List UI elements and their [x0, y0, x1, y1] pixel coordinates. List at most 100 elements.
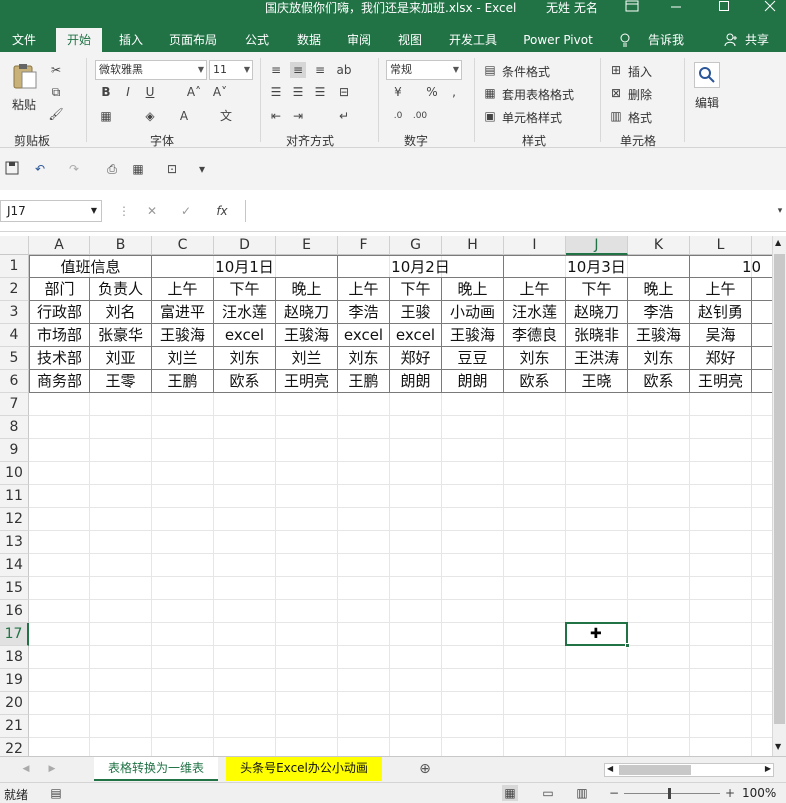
save-icon[interactable] — [4, 161, 20, 177]
data-cell[interactable]: 李浩 — [628, 301, 690, 324]
data-cell[interactable]: 王洪涛 — [566, 347, 628, 370]
decrease-indent-icon[interactable]: ⇤ — [268, 108, 284, 124]
delete-cells-button[interactable]: 删除 — [628, 86, 652, 103]
increase-decimal-icon[interactable]: .0 — [390, 108, 406, 124]
row-header-12[interactable]: 12 — [0, 508, 29, 531]
normal-view-icon[interactable]: ▦ — [502, 785, 518, 801]
data-cell[interactable]: 王鹏 — [338, 370, 390, 393]
data-cell[interactable]: 王骏海 — [442, 324, 504, 347]
align-right-icon[interactable]: ☰ — [312, 84, 328, 100]
restore-icon[interactable] — [712, 0, 736, 16]
insert-function-icon[interactable]: fx — [214, 203, 230, 219]
merge-center-icon[interactable]: ⊟ — [336, 84, 352, 100]
data-cell[interactable]: excel — [214, 324, 276, 347]
row-header-21[interactable]: 21 — [0, 715, 29, 738]
conditional-format-button[interactable]: 条件格式 — [502, 63, 550, 80]
name-box[interactable]: J17 ▼ — [0, 200, 102, 222]
fill-color-icon[interactable]: ◈ — [142, 108, 158, 124]
column-header-c[interactable]: C — [152, 236, 214, 255]
data-cell[interactable]: 豆豆 — [442, 347, 504, 370]
phonetic-icon[interactable]: 文 — [218, 108, 234, 124]
data-cell[interactable]: 赵晓刀 — [276, 301, 338, 324]
zoom-level[interactable]: 100% — [742, 786, 776, 800]
wrap-text-icon[interactable]: ↵ — [336, 108, 352, 124]
undo-icon[interactable]: ↶ — [32, 161, 48, 177]
column-header-h[interactable]: H — [442, 236, 504, 255]
tab-data[interactable]: 数据 — [288, 28, 330, 52]
header-cell[interactable]: 部门 — [29, 278, 90, 301]
minimize-icon[interactable] — [664, 0, 688, 16]
underline-icon[interactable]: U — [142, 84, 158, 100]
bold-icon[interactable]: B — [98, 84, 114, 100]
row-header-13[interactable]: 13 — [0, 531, 29, 554]
data-cell[interactable]: 刘东 — [214, 347, 276, 370]
row-header-16[interactable]: 16 — [0, 600, 29, 623]
data-cell[interactable]: 王骏海 — [628, 324, 690, 347]
data-cell[interactable]: 欧系 — [504, 370, 566, 393]
increase-indent-icon[interactable]: ⇥ — [290, 108, 306, 124]
fill-handle[interactable] — [625, 643, 630, 648]
column-header-l[interactable]: L — [690, 236, 752, 255]
row-header-20[interactable]: 20 — [0, 692, 29, 715]
column-header-g[interactable]: G — [390, 236, 442, 255]
copy-icon[interactable]: ⧉ — [48, 84, 64, 100]
row-header-8[interactable]: 8 — [0, 416, 29, 439]
data-cell[interactable]: 刘名 — [90, 301, 152, 324]
align-middle-icon[interactable]: ≡ — [290, 62, 306, 78]
data-cell[interactable]: 余 — [752, 301, 772, 324]
header-cell[interactable]: 上午 — [338, 278, 390, 301]
scroll-up-icon[interactable]: ▲ — [775, 238, 781, 247]
data-cell[interactable]: 李德良 — [504, 324, 566, 347]
data-cell[interactable]: 王明亮 — [276, 370, 338, 393]
lightbulb-icon[interactable] — [618, 28, 632, 52]
macro-record-icon[interactable]: ▤ — [48, 785, 64, 801]
accounting-format-icon[interactable]: ¥ — [390, 84, 406, 100]
row-header-14[interactable]: 14 — [0, 554, 29, 577]
header-cell[interactable]: 晚上 — [628, 278, 690, 301]
data-cell[interactable]: 张晓非 — [566, 324, 628, 347]
data-cell[interactable]: 市场部 — [29, 324, 90, 347]
cell-styles-button[interactable]: 单元格样式 — [502, 109, 562, 126]
column-header-f[interactable]: F — [338, 236, 390, 255]
merged-cell-date[interactable]: 10月3日 — [504, 255, 690, 278]
page-break-view-icon[interactable]: ▥ — [574, 785, 590, 801]
data-cell[interactable]: 刘 — [752, 347, 772, 370]
data-cell[interactable]: 王骏 — [390, 301, 442, 324]
zoom-out-icon[interactable]: − — [606, 785, 622, 801]
format-painter-icon[interactable]: 🖌 — [48, 106, 64, 122]
redo-icon[interactable]: ↷ — [66, 161, 82, 177]
data-cell[interactable]: 李浩 — [338, 301, 390, 324]
align-left-icon[interactable]: ☰ — [268, 84, 284, 100]
row-header-1[interactable]: 1 — [0, 255, 29, 278]
ribbon-display-icon[interactable] — [620, 0, 644, 16]
data-cell[interactable]: 赵晓刀 — [566, 301, 628, 324]
data-cell[interactable]: 刘东 — [504, 347, 566, 370]
data-cell[interactable]: excel — [338, 324, 390, 347]
formula-input[interactable] — [245, 200, 786, 222]
select-all-corner[interactable] — [0, 236, 29, 255]
data-cell[interactable]: 欧系 — [628, 370, 690, 393]
data-cell[interactable]: 王骏海 — [152, 324, 214, 347]
data-cell[interactable]: 王鹏 — [152, 370, 214, 393]
editing-button[interactable]: 编辑 — [695, 94, 719, 111]
worksheet-grid[interactable]: ABCDEFGHIJKLM123456789101112131415161718… — [0, 236, 772, 756]
data-cell[interactable]: 刘东 — [628, 347, 690, 370]
merged-cell-duty-info[interactable]: 值班信息 — [29, 255, 152, 278]
data-cell[interactable]: 行政部 — [29, 301, 90, 324]
next-sheet-icon[interactable]: ▶ — [44, 761, 60, 777]
zoom-in-icon[interactable]: + — [722, 785, 738, 801]
data-cell[interactable]: 王明亮 — [690, 370, 752, 393]
add-sheet-icon[interactable]: ⊕ — [417, 761, 433, 777]
data-cell[interactable]: 刘亚 — [90, 347, 152, 370]
header-cell[interactable]: 下午 — [390, 278, 442, 301]
tab-review[interactable]: 审阅 — [338, 28, 380, 52]
data-cell[interactable]: 欧系 — [214, 370, 276, 393]
data-cell[interactable]: 郑好 — [390, 347, 442, 370]
row-header-9[interactable]: 9 — [0, 439, 29, 462]
column-header-b[interactable]: B — [90, 236, 152, 255]
header-cell[interactable]: 下午 — [214, 278, 276, 301]
data-cell[interactable]: 王晓 — [566, 370, 628, 393]
zoom-slider[interactable] — [624, 793, 720, 794]
data-cell[interactable]: 富进平 — [152, 301, 214, 324]
horizontal-scrollbar[interactable]: ◀ ▶ — [604, 763, 774, 777]
